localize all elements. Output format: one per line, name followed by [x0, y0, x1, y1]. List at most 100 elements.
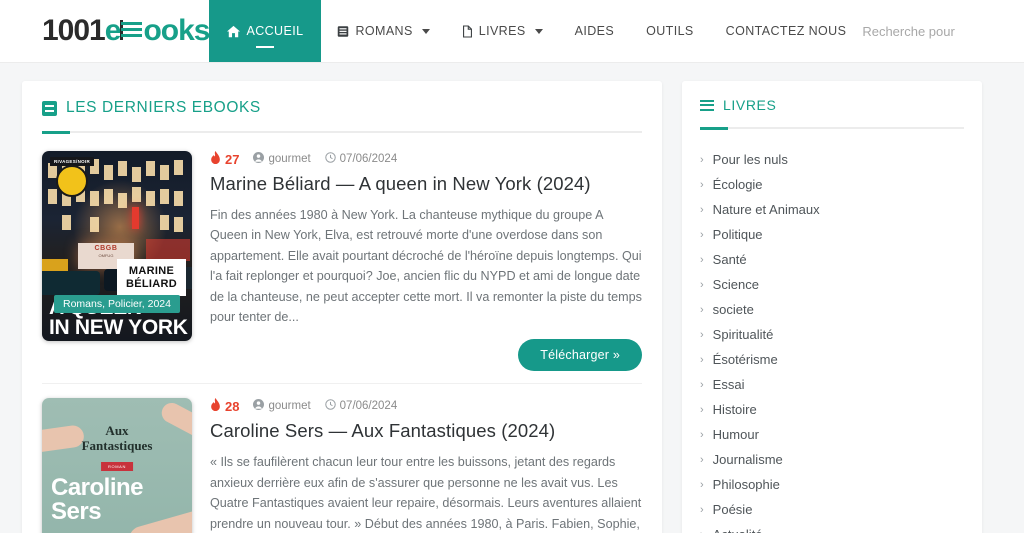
hamburger-icon: [700, 99, 714, 111]
article-title[interactable]: Caroline Sers — Aux Fantastiques (2024): [210, 420, 642, 442]
sidebar-title: LIVRES: [723, 97, 777, 113]
chevron-right-icon: ›: [700, 503, 704, 516]
book-cover[interactable]: Aux Fantastiques ROMAN Caroline Sers Rom…: [42, 398, 192, 533]
category-list: › Pour les nuls › Écologie › Nature et Anim…: [700, 147, 964, 533]
book-cover[interactable]: RIVAGES/NOIR CBGB OMFUG MARINE BÉLIARD A…: [42, 151, 192, 341]
divider: [42, 131, 642, 134]
cover-book-title: Aux Fantastiques: [82, 424, 153, 453]
user-icon: [253, 399, 265, 413]
sidebar-item-ecologie[interactable]: › Écologie: [700, 172, 964, 197]
sidebar-item-sante[interactable]: › Santé: [700, 247, 964, 272]
article-date: 07/06/2024: [324, 152, 398, 166]
search-area: [862, 0, 1024, 62]
book-icon: [337, 25, 349, 38]
cover-taxi: [42, 259, 68, 271]
sidebar-item-label: Journalisme: [712, 452, 783, 467]
sidebar-item-esoterisme[interactable]: › Ésotérisme: [700, 347, 964, 372]
chevron-right-icon: ›: [700, 428, 704, 441]
sidebar-item-label: Politique: [712, 227, 763, 242]
logo-number: 1001: [42, 14, 106, 47]
view-count: 28: [210, 398, 239, 414]
date-value: 07/06/2024: [339, 400, 398, 413]
chevron-right-icon: ›: [700, 378, 704, 391]
sidebar-item-philosophie[interactable]: › Philosophie: [700, 472, 964, 497]
chevron-right-icon: ›: [700, 403, 704, 416]
sidebar-item-label: Ésotérisme: [712, 352, 778, 367]
nav-item-contactez-nous[interactable]: CONTACTEZ NOUS: [710, 0, 863, 62]
cover-title-line1: Aux: [105, 423, 129, 439]
nav-item-livres[interactable]: LIVRES: [446, 0, 559, 62]
article-author: gourmet: [253, 152, 311, 166]
sidebar-item-label: Spiritualité: [712, 327, 774, 342]
sidebar-item-journalisme[interactable]: › Journalisme: [700, 447, 964, 472]
chevron-right-icon: ›: [700, 178, 704, 191]
logo-letter-e: e: [104, 14, 122, 47]
nav-item-accueil[interactable]: ACCUEIL: [209, 0, 322, 62]
nav-item-outils[interactable]: OUTILS: [630, 0, 710, 62]
sidebar-item-nature-et-animaux[interactable]: › Nature et Animaux: [700, 197, 964, 222]
sidebar-item-pour-les-nuls[interactable]: › Pour les nuls: [700, 147, 964, 172]
search-input[interactable]: [862, 23, 1013, 39]
sidebar-item-societe[interactable]: › societe: [700, 297, 964, 322]
cover-right-shop: [146, 239, 190, 261]
author-name: gourmet: [268, 400, 311, 413]
download-button[interactable]: Télécharger »: [518, 339, 642, 372]
livres-sidebar: LIVRES › Pour les nuls › Écologie › Nature …: [682, 81, 982, 533]
cover-author-line2: BÉLIARD: [126, 277, 177, 290]
article-title[interactable]: Marine Béliard — A queen in New York (20…: [210, 173, 642, 195]
date-value: 07/06/2024: [339, 153, 398, 165]
cover-shop-sign: CBGB: [94, 245, 118, 252]
chevron-right-icon: ›: [700, 303, 704, 316]
article-meta: 27 gourmet 07/06/2024: [210, 151, 642, 167]
chevron-right-icon: ›: [700, 529, 704, 533]
sidebar-item-politique[interactable]: › Politique: [700, 222, 964, 247]
chevron-right-icon: ›: [700, 278, 704, 291]
chevron-right-icon: ›: [700, 328, 704, 341]
fire-icon: [210, 151, 221, 167]
cover-author-line2: Sers: [51, 498, 102, 526]
article-excerpt: « Ils se faufilèrent chacun leur tour en…: [210, 455, 642, 531]
cover-author-name: Caroline Sers: [51, 476, 144, 526]
cover-author-box: MARINE BÉLIARD: [117, 259, 186, 297]
chevron-right-icon: ›: [700, 353, 704, 366]
article-excerpt: Fin des années 1980 à New York. La chant…: [210, 208, 642, 324]
sidebar-item-actualite[interactable]: › Actualité: [700, 522, 964, 533]
sidebar-item-label: Humour: [712, 427, 759, 442]
clock-icon: [324, 152, 336, 166]
chevron-right-icon: ›: [700, 228, 704, 241]
user-icon: [253, 152, 265, 166]
sidebar-item-essai[interactable]: › Essai: [700, 372, 964, 397]
file-icon: [462, 24, 473, 38]
sidebar-header: LIVRES: [700, 97, 964, 127]
nav-label-outils: OUTILS: [646, 24, 694, 38]
home-icon: [227, 25, 241, 38]
cover-shop-sub: OMFUG: [98, 253, 114, 258]
site-header: 1001eooks ACCUEIL ROMANS LIVRES AIDES: [0, 0, 1024, 63]
sidebar-item-science[interactable]: › Science: [700, 272, 964, 297]
cover-car: [42, 271, 100, 295]
logo-suffix: ooks: [143, 14, 210, 47]
author-name: gourmet: [268, 153, 311, 165]
nav-label-aides: AIDES: [574, 24, 615, 38]
nav-item-aides[interactable]: AIDES: [559, 0, 631, 62]
chevron-right-icon: ›: [700, 153, 704, 166]
nav-label-livres: LIVRES: [478, 24, 526, 38]
nav-item-romans[interactable]: ROMANS: [321, 0, 445, 62]
cover-hand: [42, 424, 86, 455]
sidebar-item-label: Essai: [712, 377, 745, 392]
sidebar-item-poesie[interactable]: › Poésie: [700, 497, 964, 522]
category-badge[interactable]: Romans, Policier, 2024: [54, 295, 180, 313]
cover-genre-chip: ROMAN: [101, 462, 133, 472]
sidebar-item-spiritualite[interactable]: › Spiritualité: [700, 322, 964, 347]
sidebar-item-label: Santé: [712, 252, 747, 267]
sidebar-item-humour[interactable]: › Humour: [700, 422, 964, 447]
chevron-right-icon: ›: [700, 253, 704, 266]
chevron-right-icon: ›: [700, 453, 704, 466]
sidebar-item-histoire[interactable]: › Histoire: [700, 397, 964, 422]
sidebar-item-label: Pour les nuls: [712, 152, 788, 167]
cover-author-line1: MARINE: [128, 265, 175, 277]
article-item: RIVAGES/NOIR CBGB OMFUG MARINE BÉLIARD A…: [42, 151, 642, 383]
cover-hand: [158, 399, 192, 441]
site-logo[interactable]: 1001 e ooks: [0, 0, 210, 62]
nav-label-contactez-nous: CONTACTEZ NOUS: [725, 24, 847, 38]
